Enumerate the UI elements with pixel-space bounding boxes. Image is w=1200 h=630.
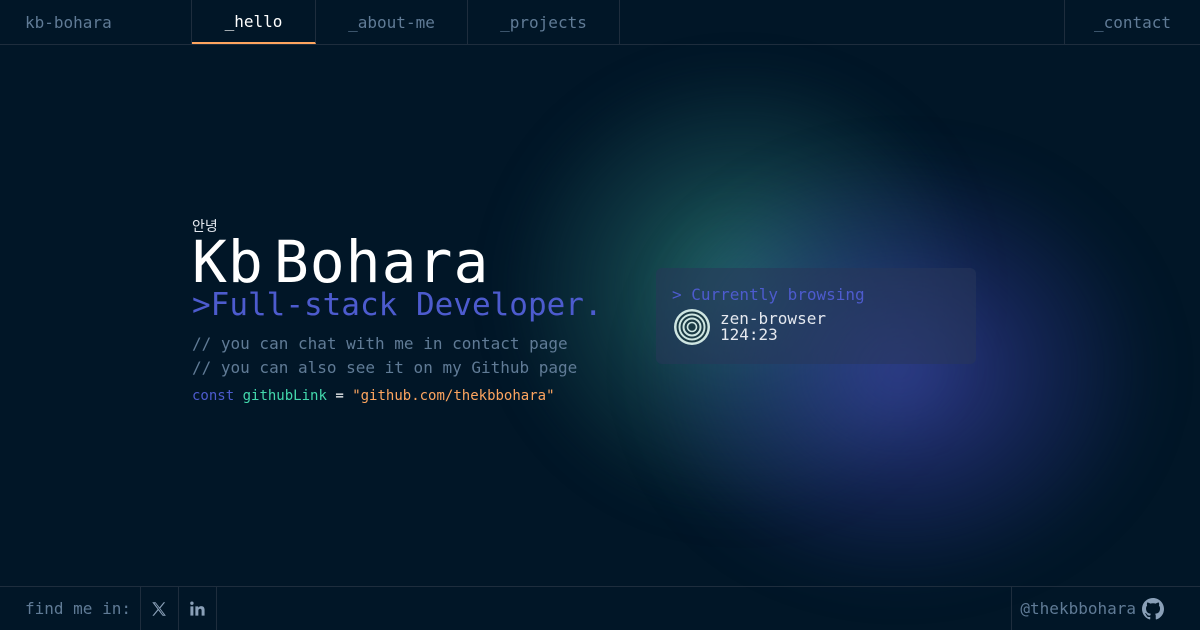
linkedin-link[interactable] [179, 587, 217, 630]
hero-section: 안녕 Kb Bohara >Full-stack Developer. // yo… [192, 218, 603, 405]
comment-block: // you can chat with me in contact page … [192, 332, 603, 380]
code-keyword: const [192, 388, 235, 404]
background-glow-blue [640, 150, 1160, 590]
zen-browser-icon [674, 309, 710, 345]
tab-hello[interactable]: _hello [192, 0, 316, 44]
comment-line-2: // you can also see it on my Github page [192, 358, 578, 377]
github-icon [1142, 597, 1164, 619]
browsing-info: zen-browser 124:23 [720, 311, 826, 343]
comment-line-1: // you can chat with me in contact page [192, 334, 568, 353]
top-nav: kb-bohara _hello _about-me _projects _co… [0, 0, 1200, 45]
tab-about-me[interactable]: _about-me [316, 0, 468, 44]
currently-browsing-card: > Currently browsing zen-browser 124:23 [656, 268, 976, 364]
tab-contact[interactable]: _contact [1064, 0, 1200, 44]
tab-projects[interactable]: _projects [468, 0, 620, 44]
footer: find me in: @thekbbohara [0, 586, 1200, 630]
github-code-line: const githubLink = "github.com/thekbboha… [192, 387, 603, 405]
browsing-time: 124:23 [720, 325, 778, 344]
header-spacer [620, 0, 1064, 44]
github-profile-link[interactable]: @thekbbohara [1011, 587, 1200, 630]
github-handle: @thekbbohara [1020, 599, 1136, 618]
site-brand[interactable]: kb-bohara [0, 0, 192, 44]
github-link[interactable]: "github.com/thekbbohara" [352, 388, 554, 404]
hero-name: Kb Bohara [192, 233, 603, 291]
find-me-label: find me in: [0, 587, 141, 630]
browsing-row: zen-browser 124:23 [672, 307, 960, 347]
linkedin-icon [190, 601, 205, 616]
page: kb-bohara _hello _about-me _projects _co… [0, 0, 1200, 630]
footer-spacer [217, 587, 1011, 630]
code-variable: githubLink [242, 388, 327, 404]
x-icon [152, 601, 167, 616]
role-title: >Full-stack Developer. [192, 287, 603, 323]
code-operator: = [335, 388, 344, 404]
browsing-title: > Currently browsing [672, 285, 865, 304]
x-link[interactable] [141, 587, 179, 630]
